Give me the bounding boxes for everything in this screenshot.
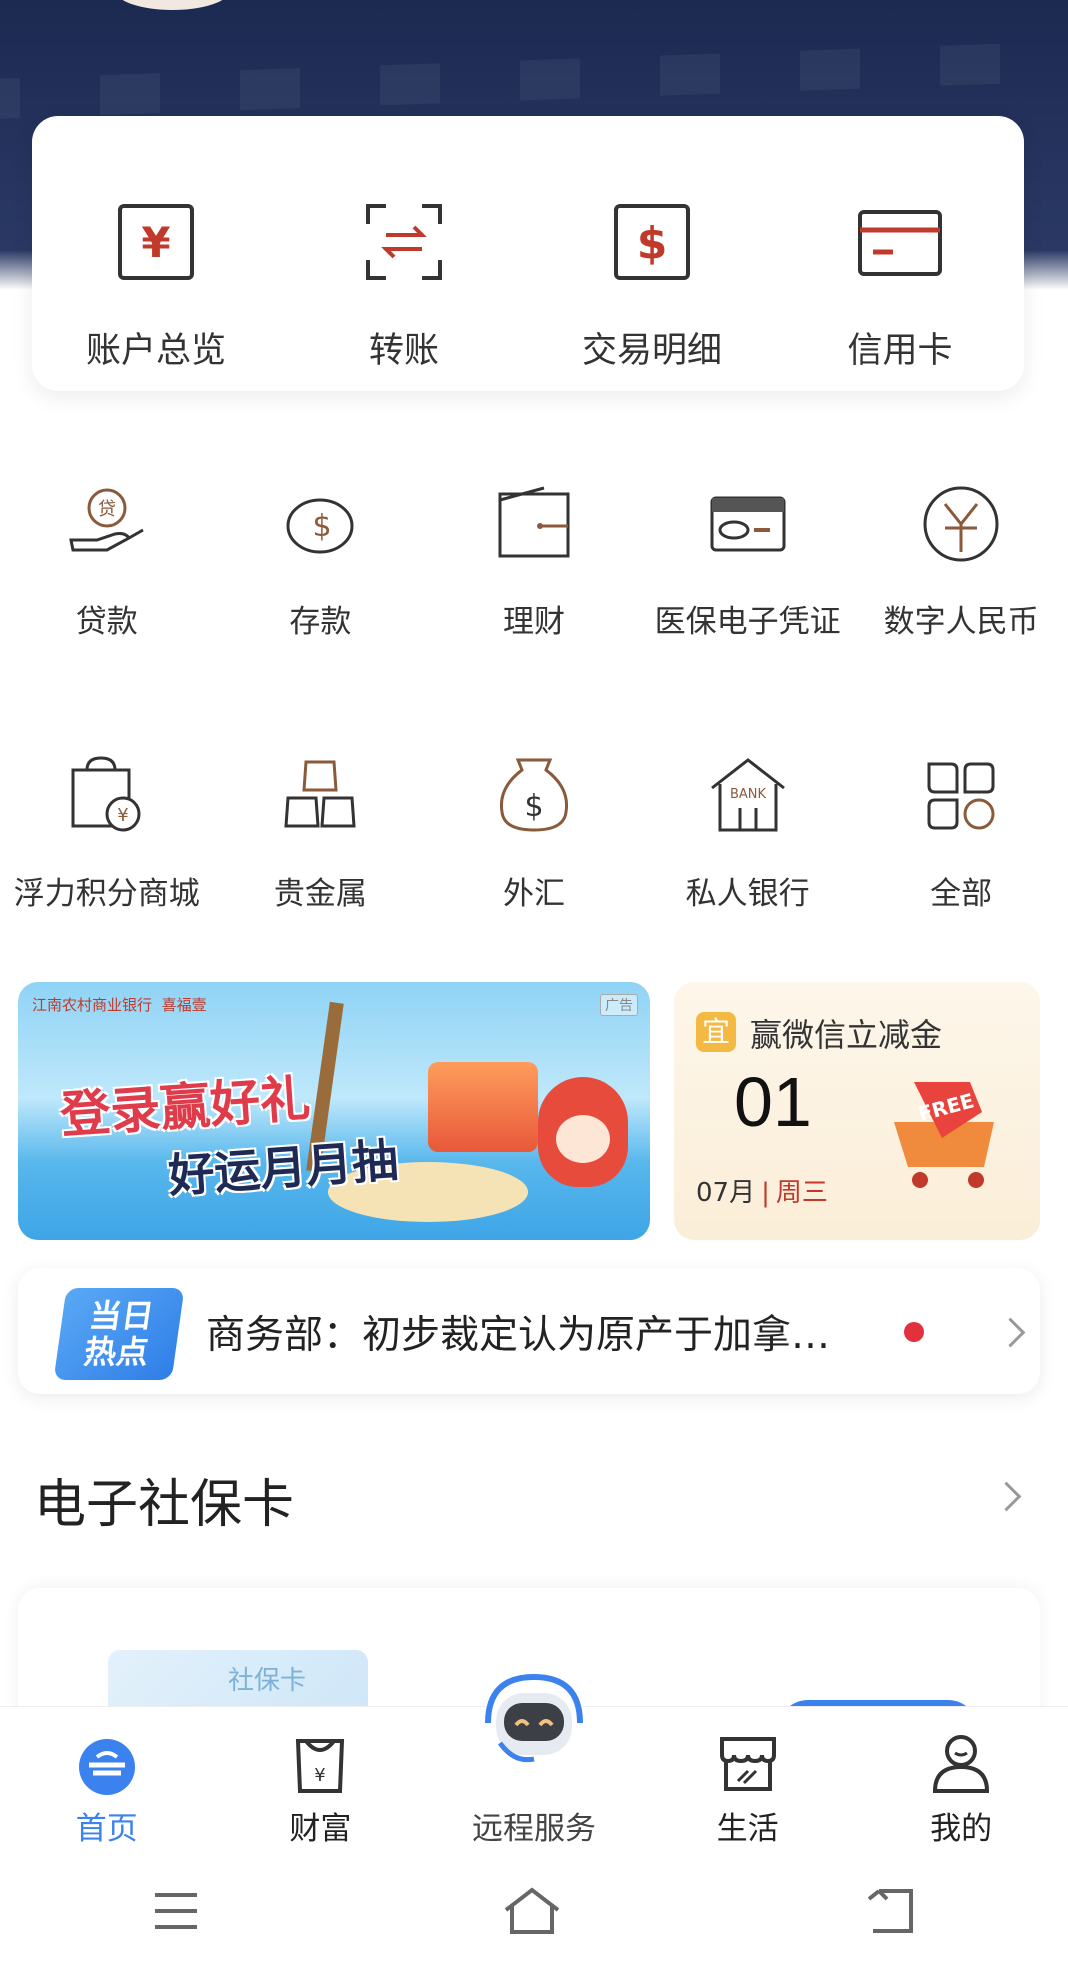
robot-service-icon <box>481 1671 586 1775</box>
service-all[interactable]: 全部 <box>854 756 1068 926</box>
service-label: 理财 <box>502 604 565 640</box>
service-forex[interactable]: $ 外汇 <box>427 756 641 926</box>
tab-label: 财富 <box>289 1811 352 1847</box>
store-icon <box>719 1737 776 1791</box>
transfer-icon <box>366 204 442 280</box>
service-label: 贵金属 <box>273 876 367 912</box>
service-deposit[interactable]: $ 存款 <box>214 484 428 654</box>
tab-label: 远程服务 <box>471 1811 596 1847</box>
service-points-mall[interactable]: ¥ 浮力积分商城 <box>0 756 214 926</box>
section-title: 电子社保卡 <box>34 1475 295 1535</box>
svg-text:¥: ¥ <box>315 1765 326 1786</box>
tab-home[interactable]: 首页 <box>0 1707 214 1847</box>
system-navigation-bar <box>0 1846 1068 1976</box>
promo-card-title: 赢微信立减金 <box>750 1016 943 1054</box>
tab-label: 生活 <box>716 1811 779 1847</box>
money-bag-icon: $ <box>499 758 569 832</box>
quick-action-account-overview[interactable]: ¥ 账户总览 <box>32 116 280 391</box>
service-label: 数字人民币 <box>883 604 1039 640</box>
menu-icon[interactable] <box>151 1889 201 1933</box>
service-precious-metals[interactable]: 贵金属 <box>214 756 428 926</box>
tab-label: 我的 <box>930 1811 993 1847</box>
quick-action-transactions[interactable]: $ 交易明细 <box>528 116 776 391</box>
tab-remote-service[interactable]: 远程服务 <box>427 1671 641 1847</box>
bottom-tab-bar: 首页 ¥ 财富 远程服务 生活 我的 <box>0 1671 1068 1847</box>
promo-card-wechat-coupon[interactable]: 宜 赢微信立减金 01 07月 | 周三 FREE <box>674 982 1040 1240</box>
service-label: 存款 <box>289 604 352 640</box>
service-grid-row-1: 贷 贷款 $ 存款 理财 医保电子凭证 数字人民币 <box>0 484 1068 654</box>
loan-hand-icon: 贷 <box>68 488 144 552</box>
tab-wealth[interactable]: ¥ 财富 <box>214 1707 428 1847</box>
quick-action-transfer[interactable]: 转账 <box>280 116 528 391</box>
treasure-chest-image <box>428 1062 538 1152</box>
hot-news-badge: 当日 热点 <box>53 1288 185 1380</box>
svg-text:贷: 贷 <box>98 499 116 520</box>
ad-tag: 广告 <box>600 994 638 1016</box>
back-icon[interactable] <box>863 1887 917 1935</box>
service-label: 医保电子凭证 <box>654 604 841 640</box>
user-icon <box>933 1735 990 1793</box>
all-apps-icon <box>927 762 995 830</box>
date-day: 01 <box>734 1063 812 1141</box>
mascot-image <box>538 1077 628 1187</box>
service-grid-row-2: ¥ 浮力积分商城 贵金属 $ 外汇 BANK 私人银行 全部 <box>0 756 1068 926</box>
promo-banner-lucky-draw[interactable]: 江南农村商业银行 喜福壹 广告 登录赢好礼 好运月月抽 <box>18 982 650 1240</box>
service-medical-insurance[interactable]: 医保电子凭证 <box>641 484 855 654</box>
home-icon <box>78 1739 135 1795</box>
medical-card-icon <box>710 496 786 552</box>
quick-action-credit-card[interactable]: 信用卡 <box>776 116 1024 391</box>
tab-life[interactable]: 生活 <box>641 1707 855 1847</box>
header-decoration <box>115 0 230 10</box>
svg-text:BANK: BANK <box>730 787 767 802</box>
service-label: 外汇 <box>502 876 565 912</box>
quick-action-label: 转账 <box>368 331 439 371</box>
digital-rmb-icon <box>923 486 999 562</box>
service-label: 浮力积分商城 <box>13 876 200 912</box>
svg-text:$: $ <box>637 218 668 269</box>
tab-label: 首页 <box>75 1811 138 1847</box>
tab-mine[interactable]: 我的 <box>854 1707 1068 1847</box>
auspicious-badge: 宜 <box>696 1012 736 1052</box>
chevron-right-icon[interactable] <box>991 1481 1022 1512</box>
service-label: 私人银行 <box>685 876 810 912</box>
chevron-right-icon <box>995 1317 1026 1348</box>
svg-text:$: $ <box>524 789 543 824</box>
svg-text:¥: ¥ <box>141 218 170 267</box>
news-ticker[interactable]: 当日 热点 商务部：初步裁定认为原产于加拿… <box>18 1268 1040 1394</box>
date-month: 07月 | 周三 <box>696 1178 828 1208</box>
svg-text:¥: ¥ <box>117 805 128 826</box>
service-private-banking[interactable]: BANK 私人银行 <box>641 756 855 926</box>
wallet-icon <box>498 486 570 558</box>
quick-action-label: 账户总览 <box>85 331 226 371</box>
gold-bars-icon <box>284 760 357 828</box>
yuan-box-icon: ¥ <box>118 204 194 280</box>
points-mall-icon: ¥ <box>71 756 141 832</box>
home-nav-icon[interactable] <box>502 1886 562 1936</box>
bank-building-icon: BANK <box>710 758 785 832</box>
quick-action-label: 交易明细 <box>581 331 722 371</box>
dollar-box-icon: $ <box>614 204 690 280</box>
service-wealth[interactable]: 理财 <box>427 484 641 654</box>
unread-dot <box>904 1322 924 1342</box>
credit-card-icon <box>858 210 942 276</box>
svg-text:$: $ <box>313 509 332 544</box>
service-label: 全部 <box>930 876 993 912</box>
service-label: 贷款 <box>75 604 138 640</box>
piggy-bank-icon: $ <box>286 498 354 554</box>
wealth-bag-icon: ¥ <box>296 1739 345 1793</box>
quick-action-label: 信用卡 <box>847 331 953 371</box>
bank-logo-text: 江南农村商业银行 喜福壹 <box>32 996 207 1014</box>
quick-actions-card: ¥ 账户总览 转账 $ 交易明细 信用卡 <box>32 116 1024 391</box>
service-digital-rmb[interactable]: 数字人民币 <box>854 484 1068 654</box>
news-headline: 商务部：初步裁定认为原产于加拿… <box>206 1313 831 1358</box>
service-loan[interactable]: 贷 贷款 <box>0 484 214 654</box>
shopping-cart-icon: FREE <box>894 1082 994 1188</box>
